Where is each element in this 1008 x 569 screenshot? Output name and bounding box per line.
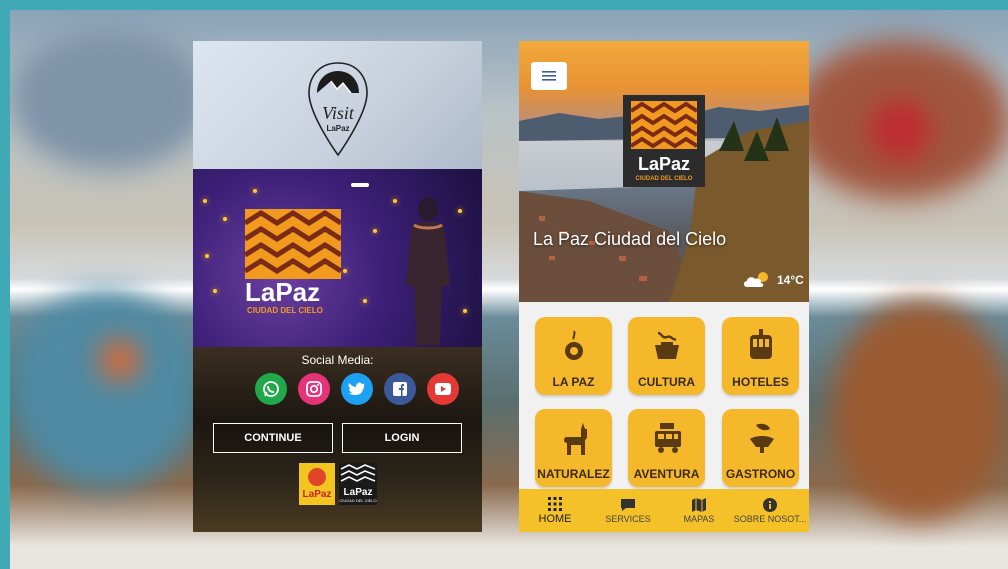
- grid-icon: [548, 496, 562, 511]
- nav-label: MAPAS: [683, 513, 715, 524]
- tile-label: HOTELES: [732, 375, 789, 389]
- hamburger-icon: [542, 71, 556, 81]
- bottom-navigation: HOME SERVICES MAPAS SOBRE NOSOT...: [519, 489, 809, 532]
- svg-text:Visit: Visit: [322, 103, 355, 123]
- nav-label: HOME: [538, 512, 572, 525]
- map-icon: [692, 497, 706, 512]
- tile-hoteles[interactable]: HOTELES: [722, 317, 799, 395]
- nav-services[interactable]: SERVICES: [597, 489, 659, 532]
- info-icon: [763, 497, 777, 512]
- cable-car-icon: [750, 329, 772, 359]
- phone-screen-welcome: Visit LaPaz LaPaz CIUDAD DEL CIELO Socia…: [193, 41, 482, 532]
- youtube-button[interactable]: [427, 373, 459, 405]
- cooking-pot-icon: [655, 331, 679, 359]
- instagram-button[interactable]: [298, 373, 330, 405]
- partly-cloudy-icon: [744, 272, 768, 287]
- nav-mapas[interactable]: MAPAS: [671, 489, 727, 532]
- weather-widget: 14°C: [741, 269, 804, 291]
- login-button[interactable]: LOGIN: [342, 423, 462, 453]
- drag-handle[interactable]: [351, 183, 369, 187]
- tile-aventura[interactable]: AVENTURA: [628, 409, 705, 487]
- pendant-icon: [565, 330, 583, 360]
- tile-label: CULTURA: [637, 375, 696, 389]
- whatsapp-icon: [263, 381, 279, 397]
- svg-text:CIUDAD DEL CIELO: CIUDAD DEL CIELO: [247, 306, 323, 315]
- svg-text:LaPaz: LaPaz: [344, 487, 373, 498]
- nav-label: SOBRE NOSOT...: [733, 513, 807, 524]
- facebook-button[interactable]: [384, 373, 416, 405]
- youtube-icon: [435, 383, 451, 395]
- lapaz-ciudad-del-cielo-logo: LaPaz CIUDAD DEL CIELO: [243, 209, 343, 315]
- svg-text:LaPaz: LaPaz: [303, 489, 332, 500]
- nav-sobre-nosotros[interactable]: SOBRE NOSOT...: [733, 489, 807, 532]
- visit-lapaz-logo: Visit LaPaz: [308, 62, 368, 157]
- svg-text:LaPaz: LaPaz: [638, 154, 690, 174]
- category-grid: LA PAZ CULTURA HOTELES NATURALEZ AVENTUR…: [519, 309, 809, 489]
- person-silhouette: [406, 197, 450, 345]
- temperature: 14°C: [777, 273, 804, 287]
- tile-cultura[interactable]: CULTURA: [628, 317, 705, 395]
- social-media-title: Social Media:: [301, 353, 374, 367]
- svg-text:LaPaz: LaPaz: [245, 277, 320, 307]
- nav-label: SERVICES: [605, 513, 651, 524]
- nav-home[interactable]: HOME: [527, 489, 583, 532]
- tile-label: NATURALEZ: [537, 467, 610, 481]
- tile-label: LA PAZ: [552, 375, 595, 389]
- dish-icon: [750, 423, 774, 453]
- hero-title: La Paz Ciudad del Cielo: [533, 229, 727, 249]
- whatsapp-button[interactable]: [255, 373, 287, 405]
- menu-button[interactable]: [531, 62, 567, 90]
- hero-city-night: LaPaz CIUDAD DEL CIELO: [193, 169, 482, 347]
- svg-text:CIUDAD DEL CIELO: CIUDAD DEL CIELO: [339, 498, 376, 503]
- twitter-icon: [348, 382, 365, 395]
- continue-button[interactable]: CONTINUE: [213, 423, 333, 453]
- social-login-panel: Social Media: CONTINUE LOGIN LaPaz LaPaz…: [193, 347, 482, 532]
- tile-gastronomia[interactable]: GASTRONO: [722, 409, 799, 487]
- svg-text:LaPaz: LaPaz: [326, 124, 349, 133]
- lapaz-ciudad-del-cielo-logo: LaPaz CIUDAD DEL CIELO: [623, 95, 705, 187]
- llama-icon: [564, 423, 587, 455]
- welcome-header: Visit LaPaz: [193, 41, 482, 169]
- twitter-button[interactable]: [341, 373, 373, 405]
- hero-sunset-city: LaPaz CIUDAD DEL CIELO La Paz Ciudad del…: [519, 41, 809, 302]
- tile-label: GASTRONO: [725, 467, 796, 481]
- svg-text:CIUDAD DEL CIELO: CIUDAD DEL CIELO: [636, 176, 693, 182]
- bus-icon: [655, 423, 681, 453]
- chat-icon: [621, 498, 635, 511]
- footer-sponsor-logos: LaPaz LaPaz CIUDAD DEL CIELO: [299, 463, 377, 505]
- tile-la-paz[interactable]: LA PAZ: [535, 317, 612, 395]
- blurred-background: [10, 10, 1008, 569]
- instagram-icon: [306, 381, 322, 397]
- facebook-icon: [393, 382, 407, 396]
- tile-naturaleza[interactable]: NATURALEZ: [535, 409, 612, 487]
- tile-label: AVENTURA: [633, 467, 700, 481]
- phone-screen-home: LaPaz CIUDAD DEL CIELO La Paz Ciudad del…: [519, 41, 809, 532]
